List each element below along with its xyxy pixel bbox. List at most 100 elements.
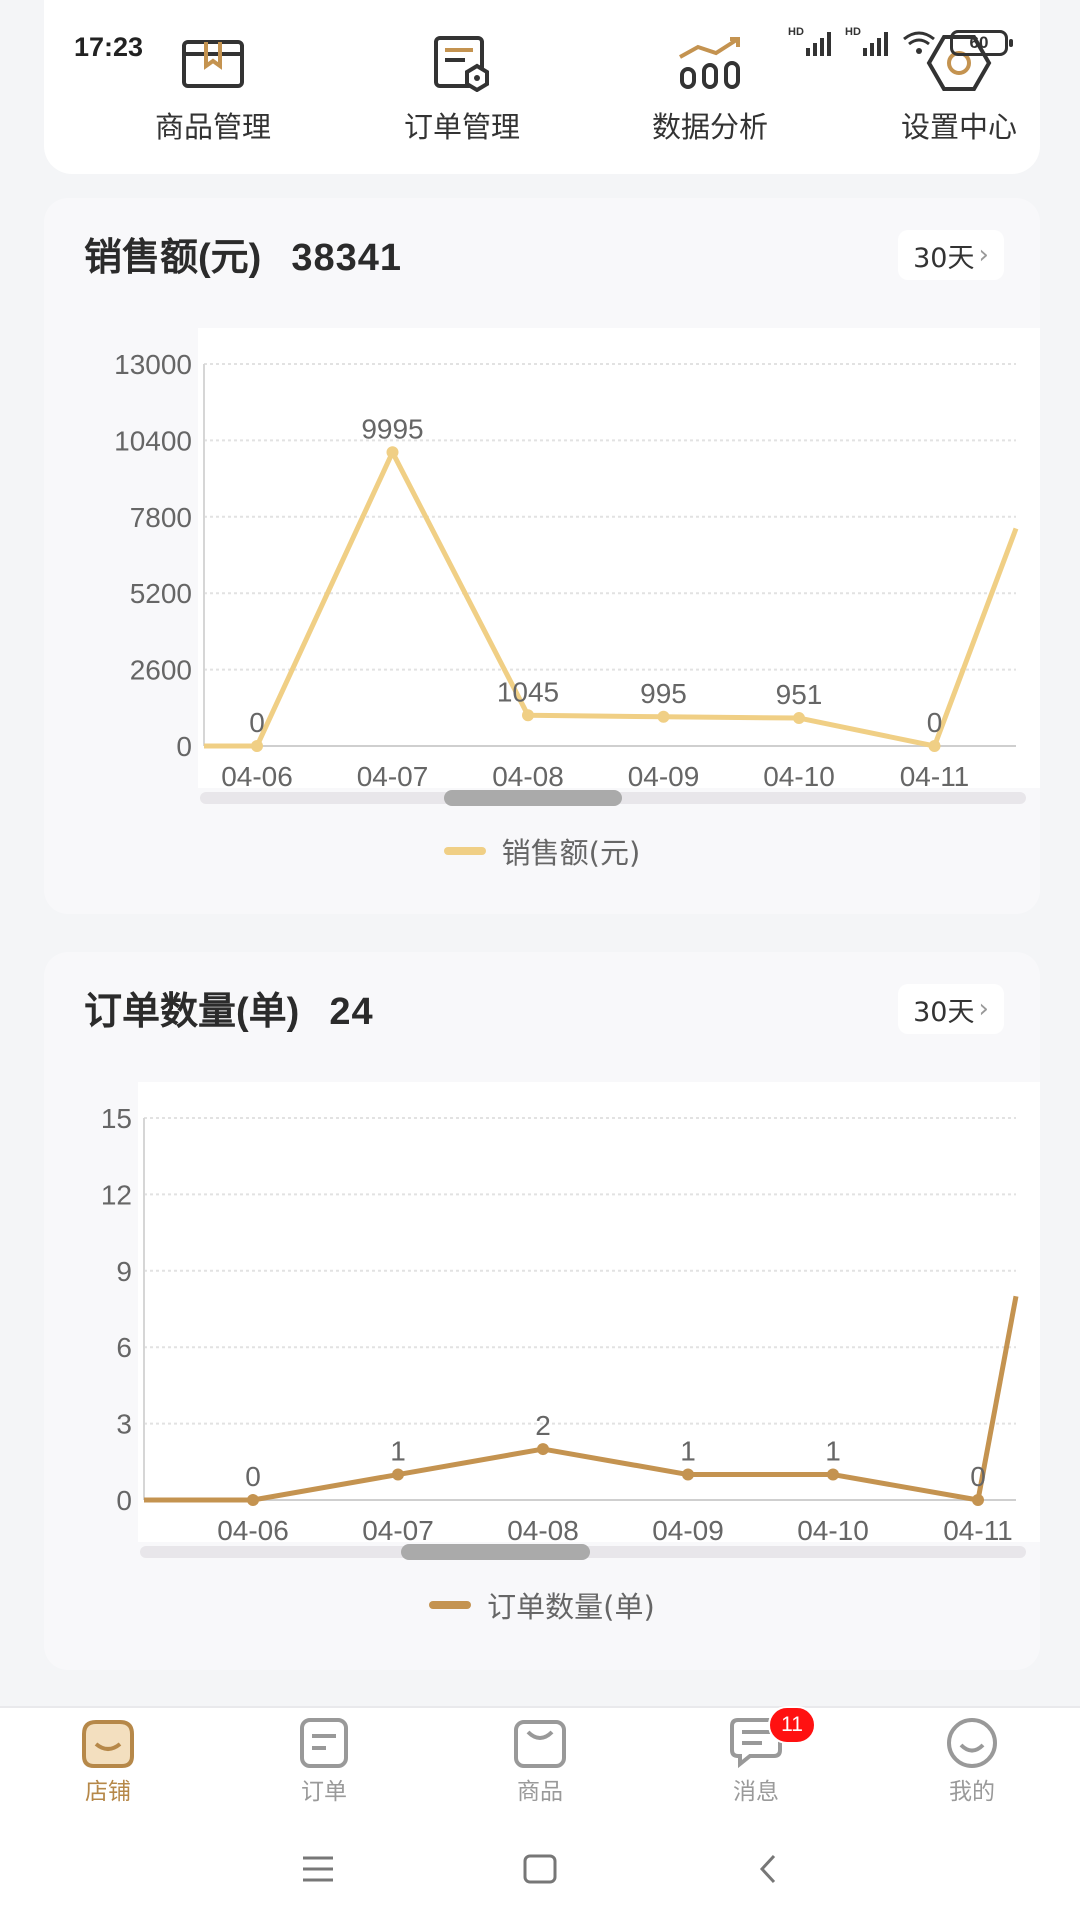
legend-label: 销售额(元) (501, 836, 641, 870)
chevron-right-icon: › (978, 240, 989, 270)
x-tick-label: 04-07 (357, 761, 429, 792)
y-tick-label: 10400 (114, 425, 192, 456)
order-icon (296, 1716, 352, 1770)
orders-legend: 订单数量(单) (44, 1584, 1040, 1626)
menu-label: 订单管理 (403, 110, 520, 144)
sales-range-label: 30天 (913, 242, 975, 274)
x-tick-label: 04-09 (652, 1515, 724, 1546)
chevron-right-icon: › (978, 994, 989, 1024)
x-tick-label: 04-11 (900, 761, 970, 792)
tab-label: 我的 (949, 1779, 995, 1805)
orders-card: 订单数量(单) 24 30天 › 0 3 6 9 12 15 0 1 2 1 1 0 04-06 04-07 0… (44, 952, 1040, 1670)
menu-data-analysis[interactable]: 数据分析 (610, 30, 810, 146)
data-point (657, 710, 670, 723)
message-icon: 11 (728, 1706, 816, 1770)
shop-icon (80, 1716, 136, 1770)
y-tick-label: 3 (116, 1409, 132, 1440)
back-arrow-icon[interactable] (738, 1846, 798, 1892)
data-label: 1 (680, 1436, 696, 1467)
data-label: 0 (249, 707, 265, 738)
data-point (386, 446, 399, 459)
data-point (972, 1494, 984, 1506)
x-tick-label: 04-08 (492, 761, 564, 792)
data-point (522, 709, 534, 722)
data-label: 1045 (497, 676, 559, 707)
data-point (247, 1494, 259, 1506)
menu-lines-icon[interactable] (288, 1846, 348, 1892)
data-label: 2 (535, 1410, 551, 1441)
data-point (682, 1468, 694, 1481)
sales-legend: 销售额(元) (44, 830, 1040, 872)
x-tick-label: 04-06 (221, 761, 293, 792)
data-chart-icon (674, 30, 746, 96)
legend-swatch (443, 847, 486, 855)
x-tick-label: 04-06 (217, 1515, 289, 1546)
data-point (827, 1468, 839, 1481)
y-tick-label: 15 (101, 1103, 132, 1134)
menu-label: 设置中心 (900, 110, 1017, 144)
y-tick-label: 5200 (130, 578, 192, 609)
sales-line-chart: 02600520078001040013000099951045 995 95100… (114, 328, 1040, 806)
tab-label: 消息 (733, 1779, 779, 1805)
chart-scroll-thumb (401, 1544, 590, 1560)
data-label: 951 (776, 679, 823, 710)
sales-total: 38341 (291, 237, 402, 279)
order-doc-icon (426, 30, 498, 96)
y-tick-label: 6 (116, 1332, 132, 1363)
tab-label: 商品 (517, 1779, 563, 1805)
y-tick-label: 12 (101, 1179, 132, 1210)
data-label: 0 (927, 707, 943, 738)
menu-product-management[interactable]: 商品管理 (113, 30, 313, 146)
legend-swatch (429, 1601, 472, 1609)
tab-shop[interactable]: 店铺 (38, 1716, 178, 1806)
data-label: 1 (390, 1436, 406, 1467)
y-tick-label: 9 (116, 1256, 132, 1287)
tab-message[interactable]: 11 消息 (686, 1706, 826, 1806)
data-point (392, 1468, 404, 1481)
tab-product[interactable]: 商品 (470, 1716, 610, 1806)
menu-label: 商品管理 (154, 110, 271, 144)
data-label: 9995 (361, 413, 423, 444)
sales-card: 销售额(元) 38341 30天 › 0 2600 5200 7800 10400 13000… (44, 198, 1040, 914)
orders-line-chart: 036912150121 1004-06 04-07 04-08 04-09 04-10 0… (101, 1082, 1040, 1560)
menu-order-management[interactable]: 订单管理 (362, 30, 562, 146)
tab-order[interactable]: 订单 (254, 1716, 394, 1806)
product-box-icon (177, 30, 249, 96)
data-label: 995 (640, 678, 687, 709)
profile-smile-icon (944, 1716, 1000, 1770)
orders-total: 24 (329, 991, 374, 1033)
y-tick-label: 2600 (130, 655, 192, 686)
data-point (251, 740, 263, 752)
product-bag-icon (512, 1716, 568, 1770)
x-tick-label: 04-10 (763, 761, 835, 792)
data-point (537, 1443, 549, 1456)
orders-range-label: 30天 (913, 996, 975, 1028)
data-label: 0 (970, 1461, 986, 1492)
sales-title: 销售额(元) 38341 (84, 226, 402, 281)
x-tick-label: 04-08 (507, 1515, 579, 1546)
chart-scroll-thumb (444, 790, 622, 806)
orders-range-button[interactable]: 30天 › (898, 984, 1004, 1034)
menu-settings-center[interactable]: 设置中心 (859, 30, 1059, 146)
x-tick-label: 04-11 (943, 1515, 1013, 1546)
data-point (928, 740, 941, 752)
home-square-icon[interactable] (510, 1846, 570, 1892)
quick-menu: 商品管理 订单管理 数据分析 设置中心 (44, 0, 1040, 174)
orders-title: 订单数量(单) 24 (84, 980, 374, 1035)
message-badge: 11 (768, 1706, 816, 1744)
settings-gear-icon (923, 30, 995, 96)
legend-label: 订单数量(单) (487, 1590, 655, 1624)
tab-label: 订单 (301, 1779, 347, 1805)
y-tick-label: 13000 (114, 349, 192, 380)
orders-title-label: 订单数量(单) (84, 991, 300, 1033)
bottom-tab-bar: 店铺 订单 商品 11 消息 我的 (0, 1706, 1080, 1816)
x-tick-label: 04-09 (628, 761, 700, 792)
system-navigation-bar (0, 1816, 1080, 1920)
y-tick-label: 7800 (130, 502, 192, 533)
sales-range-button[interactable]: 30天 › (898, 230, 1004, 280)
page: 17:23 HD HD 60 商品管理 订单管理 数据分析 设置中心 销售额(元… (0, 0, 1080, 1920)
tab-profile[interactable]: 我的 (902, 1716, 1042, 1806)
sales-title-label: 销售额(元) (84, 237, 262, 279)
data-label: 1 (825, 1436, 841, 1467)
x-tick-label: 04-10 (797, 1515, 869, 1546)
